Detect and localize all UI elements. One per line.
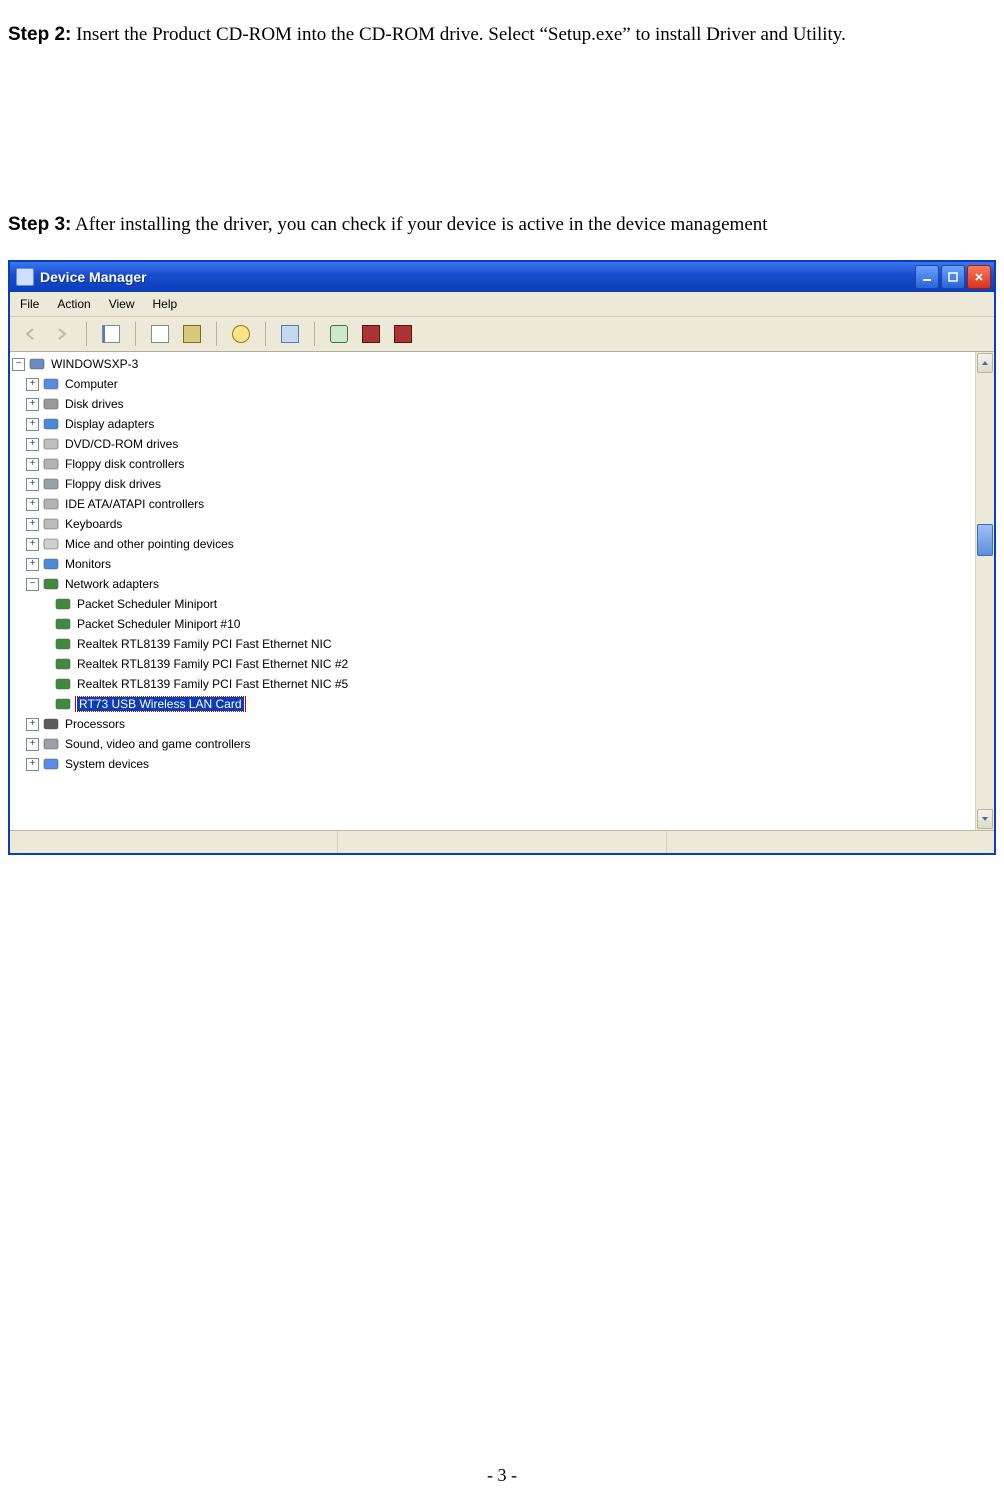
toolbar-sheet-icon[interactable]	[99, 322, 123, 346]
tree-expander[interactable]: +	[26, 398, 39, 411]
tree-item[interactable]: System devices	[63, 757, 151, 771]
toolbar-display-icon[interactable]	[278, 322, 302, 346]
tree-item[interactable]: Floppy disk controllers	[63, 457, 186, 471]
tree-item[interactable]: Realtek RTL8139 Family PCI Fast Ethernet…	[75, 677, 350, 691]
tree-expander[interactable]: −	[26, 578, 39, 591]
step-3-label: Step 3:	[8, 214, 71, 235]
tree-expander[interactable]: +	[26, 498, 39, 511]
tree-expander[interactable]: +	[26, 378, 39, 391]
tree-expander[interactable]: +	[26, 718, 39, 731]
tree-expander[interactable]: +	[26, 438, 39, 451]
scroll-thumb[interactable]	[977, 524, 993, 556]
menu-bar: File Action View Help	[10, 292, 994, 317]
toolbar-properties-icon[interactable]	[148, 322, 172, 346]
title-bar[interactable]: Device Manager	[10, 262, 994, 292]
status-bar	[10, 830, 994, 853]
tree-item[interactable]: Realtek RTL8139 Family PCI Fast Ethernet…	[75, 637, 334, 651]
toolbar	[10, 317, 994, 352]
menu-action[interactable]: Action	[57, 297, 90, 311]
step-2-text: Insert the Product CD-ROM into the CD-RO…	[71, 24, 845, 45]
forward-button	[50, 322, 74, 346]
tree-item[interactable]: Processors	[63, 717, 127, 731]
scroll-up-button[interactable]	[977, 353, 993, 373]
tree-expander[interactable]: +	[26, 418, 39, 431]
tree-root-label[interactable]: WINDOWSXP-3	[49, 357, 140, 371]
tree-expander[interactable]: +	[26, 738, 39, 751]
tree-item[interactable]: Computer	[63, 377, 120, 391]
menu-file[interactable]: File	[20, 297, 39, 311]
toolbar-disable-icon[interactable]	[391, 322, 415, 346]
tree-item[interactable]: Monitors	[63, 557, 113, 571]
tree-item[interactable]: Display adapters	[63, 417, 156, 431]
page-number: - 3 -	[0, 1465, 1004, 1486]
toolbar-scan-icon[interactable]	[327, 322, 351, 346]
tree-expander[interactable]: +	[26, 758, 39, 771]
tree-expander[interactable]: +	[26, 538, 39, 551]
tree-item[interactable]: IDE ATA/ATAPI controllers	[63, 497, 206, 511]
minimize-button[interactable]	[915, 265, 939, 289]
tree-item[interactable]: DVD/CD-ROM drives	[63, 437, 180, 451]
scroll-track[interactable]	[976, 374, 994, 808]
menu-view[interactable]: View	[109, 297, 135, 311]
tree-item[interactable]: Packet Scheduler Miniport #10	[75, 617, 242, 631]
tree-expander[interactable]: +	[26, 518, 39, 531]
device-tree[interactable]: − WINDOWSXP-3 + Computer + Disk drives + Displa…	[10, 352, 975, 830]
toolbar-print-icon[interactable]	[180, 322, 204, 346]
window-title: Device Manager	[40, 269, 147, 285]
step-2-label: Step 2:	[8, 24, 71, 45]
toolbar-help-icon[interactable]	[229, 322, 253, 346]
scroll-down-button[interactable]	[977, 809, 993, 829]
toolbar-uninstall-icon[interactable]	[359, 322, 383, 346]
tree-expander[interactable]: +	[26, 478, 39, 491]
device-manager-window: Device Manager File Action View Help	[8, 260, 996, 855]
back-button	[18, 322, 42, 346]
tree-item[interactable]: Realtek RTL8139 Family PCI Fast Ethernet…	[75, 657, 350, 671]
tree-expander[interactable]: −	[12, 358, 25, 371]
close-button[interactable]	[967, 265, 991, 289]
tree-item[interactable]: Mice and other pointing devices	[63, 537, 236, 551]
tree-item[interactable]: Keyboards	[63, 517, 124, 531]
tree-item-selected[interactable]: RT73 USB Wireless LAN Card	[77, 697, 244, 711]
menu-help[interactable]: Help	[153, 297, 178, 311]
tree-item[interactable]: Packet Scheduler Miniport	[75, 597, 219, 611]
tree-expander[interactable]: +	[26, 458, 39, 471]
step-2-paragraph: Step 2: Insert the Product CD-ROM into t…	[8, 19, 996, 51]
maximize-button[interactable]	[941, 265, 965, 289]
app-icon	[16, 268, 34, 286]
tree-item[interactable]: Floppy disk drives	[63, 477, 163, 491]
step-3-paragraph: Step 3: After installing the driver, you…	[8, 209, 996, 241]
tree-item[interactable]: Sound, video and game controllers	[63, 737, 252, 751]
tree-item[interactable]: Disk drives	[63, 397, 126, 411]
step-3-text: After installing the driver, you can che…	[71, 214, 767, 235]
vertical-scrollbar[interactable]	[975, 352, 994, 830]
tree-expander[interactable]: +	[26, 558, 39, 571]
tree-item-network[interactable]: Network adapters	[63, 577, 161, 591]
